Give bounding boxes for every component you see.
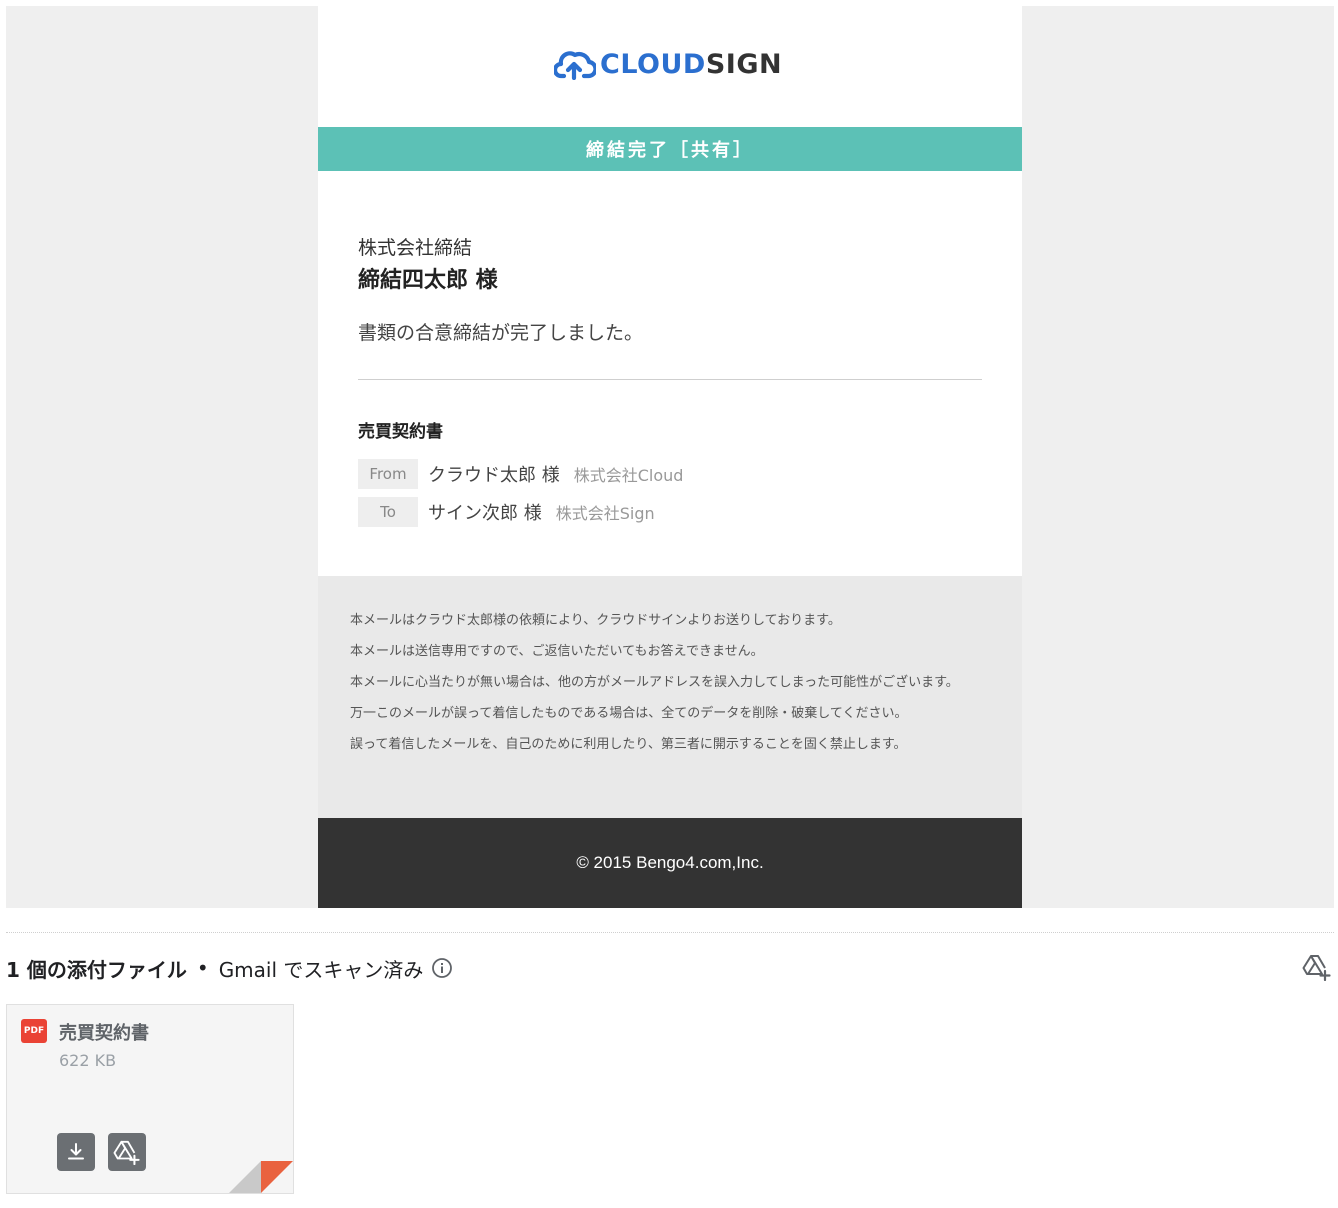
to-name: サイン次郎 様 xyxy=(428,503,542,524)
notice-section: 本メールはクラウド太郎様の依頼により、クラウドサインよりお送りしております。 本… xyxy=(318,576,1022,818)
notice-line: 誤って着信したメールを、自己のために利用したり、第三者に開示することを固く禁止し… xyxy=(350,737,907,752)
attachment-size: 622 KB xyxy=(59,1051,117,1070)
from-row: From クラウド太郎 様 株式会社Cloud xyxy=(358,459,683,489)
notice-line: 本メールは送信専用ですので、ご返信いただいてもお答えできません。 xyxy=(350,644,764,659)
pdf-file-icon: PDF xyxy=(21,1019,47,1043)
divider xyxy=(358,379,982,380)
attachments-header: 1 個の添付ファイル • Gmail でスキャン済み xyxy=(6,954,453,982)
email-card: CLOUDSIGN 締結完了［共有］ 株式会社締結 締結四太郎 様 書類の合意締… xyxy=(318,6,1022,908)
header-dot: • xyxy=(196,956,209,980)
attachments-count: 1 個の添付ファイル xyxy=(6,957,187,982)
download-button[interactable] xyxy=(57,1133,95,1171)
notice-line: 万一このメールが誤って着信したものである場合は、全てのデータを削除・破棄してくだ… xyxy=(350,706,908,721)
notice-line: 本メールに心当たりが無い場合は、他の方がメールアドレスを誤入力してしまった可能性… xyxy=(350,675,959,690)
recipient-company: 株式会社締結 xyxy=(358,237,473,259)
scan-status: Gmail でスキャン済み xyxy=(218,957,424,982)
completion-message: 書類の合意締結が完了しました。 xyxy=(358,322,644,344)
attachment-name: 売買契約書 xyxy=(59,1023,149,1044)
add-to-drive-icon xyxy=(113,1140,140,1165)
logo-text-cloud: CLOUD xyxy=(600,48,706,80)
copyright-footer: © 2015 Bengo4.com,Inc. xyxy=(318,818,1022,908)
to-row: To サイン次郎 様 株式会社Sign xyxy=(358,497,655,527)
page-fold-corner xyxy=(229,1161,293,1193)
from-tag: From xyxy=(358,459,418,489)
logo-text: CLOUDSIGN xyxy=(600,49,782,80)
to-tag: To xyxy=(358,497,418,527)
cloud-upload-icon xyxy=(554,51,596,80)
logo-text-sign: SIGN xyxy=(705,48,783,80)
notice-line: 本メールはクラウド太郎様の依頼により、クラウドサインよりお送りしております。 xyxy=(350,613,841,628)
add-all-to-drive-icon[interactable] xyxy=(1302,953,1332,985)
cloudsign-logo: CLOUDSIGN xyxy=(554,44,782,84)
from-company: 株式会社Cloud xyxy=(573,466,684,485)
from-name: クラウド太郎 様 xyxy=(428,465,560,486)
info-icon[interactable] xyxy=(431,957,453,979)
document-title: 売買契約書 xyxy=(358,422,443,442)
add-to-drive-button[interactable] xyxy=(108,1133,146,1171)
attachments-separator xyxy=(6,932,1334,933)
download-icon xyxy=(68,1143,84,1160)
status-banner: 締結完了［共有］ xyxy=(318,127,1022,171)
to-company: 株式会社Sign xyxy=(555,504,655,523)
attachment-card[interactable]: PDF 売買契約書 622 KB xyxy=(6,1004,294,1194)
recipient-name: 締結四太郎 様 xyxy=(358,268,498,293)
